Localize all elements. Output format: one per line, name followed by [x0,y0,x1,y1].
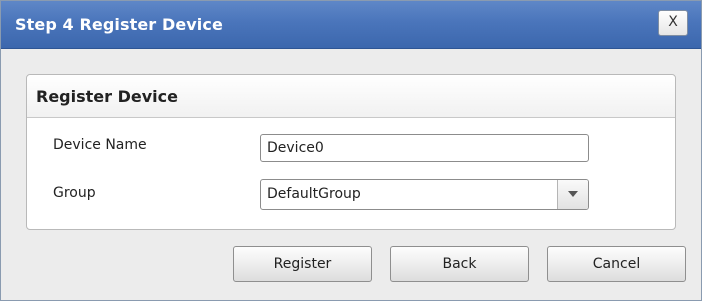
group-select[interactable]: DefaultGroup [260,179,589,210]
register-device-dialog: Step 4 Register Device X Register Device… [0,0,702,301]
cancel-button[interactable]: Cancel [547,246,686,282]
group-selected-value: DefaultGroup [267,186,361,202]
register-device-panel: Register Device Device Name Group Defaul… [26,74,676,230]
back-button[interactable]: Back [390,246,529,282]
panel-title: Register Device [27,75,675,118]
device-name-label: Device Name [53,137,147,153]
dialog-title: Step 4 Register Device [15,15,223,34]
close-button[interactable]: X [658,10,688,36]
register-button[interactable]: Register [233,246,372,282]
dialog-titlebar: Step 4 Register Device X [1,1,701,49]
chevron-down-icon [568,191,578,197]
group-dropdown-button[interactable] [557,180,588,209]
group-label: Group [53,185,96,201]
device-name-input[interactable] [260,134,589,162]
